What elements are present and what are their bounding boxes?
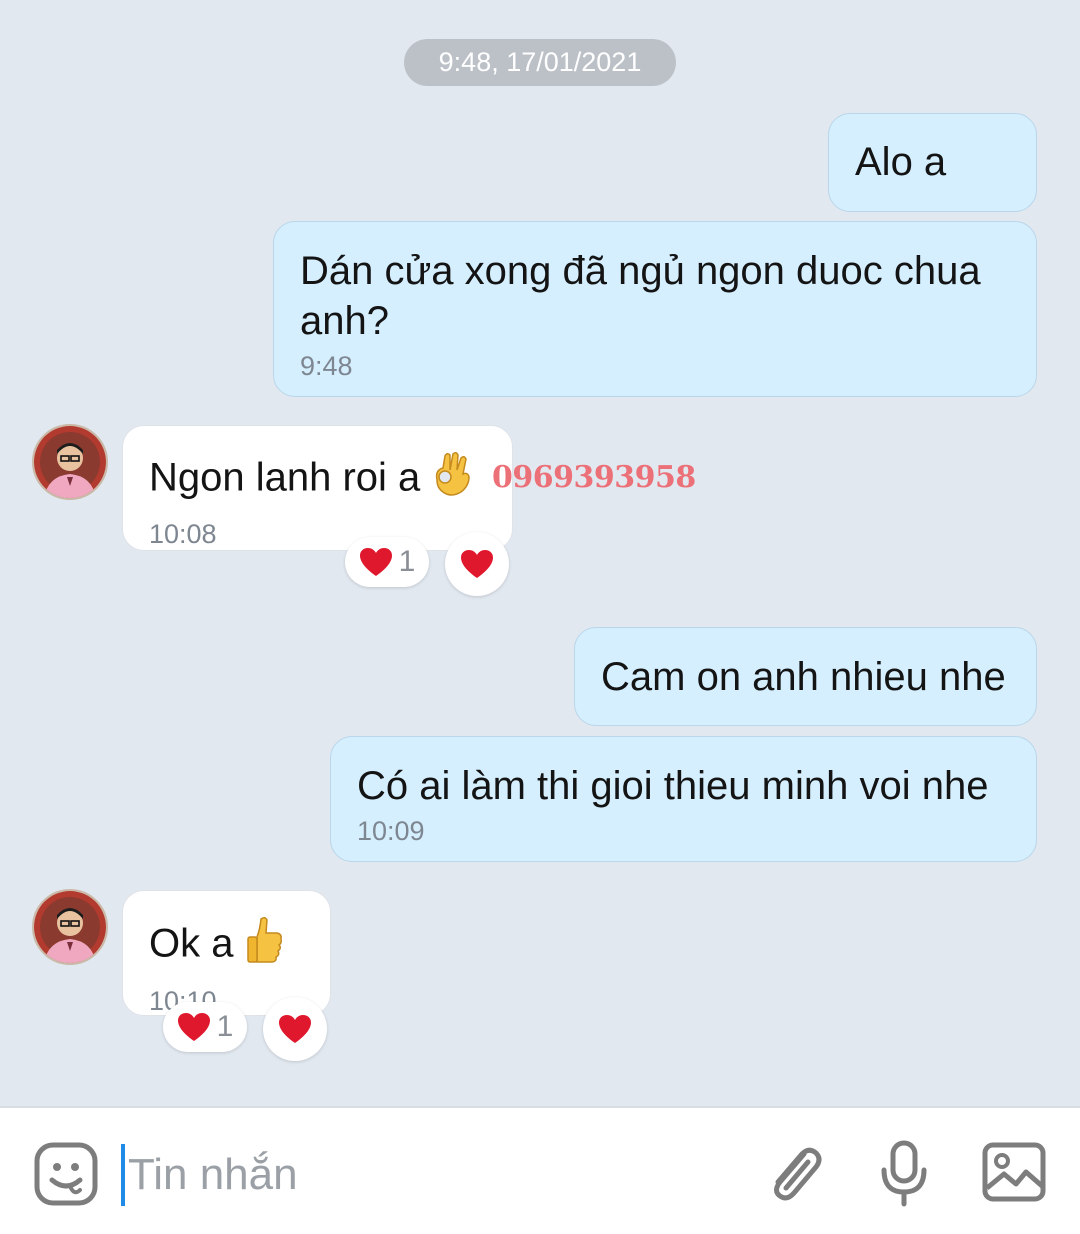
message-time: 10:09 (357, 816, 425, 846)
message-text: Cam on anh nhieu nhe (601, 655, 1006, 699)
reaction-summary[interactable]: 1 (345, 537, 429, 587)
date-separator: 9:48, 17/01/2021 (404, 39, 676, 86)
message-text: Dán cửa xong đã ngủ ngon duoc chua anh? (300, 249, 981, 343)
heart-icon (177, 1013, 210, 1041)
avatar[interactable] (32, 889, 108, 965)
text-caret (121, 1144, 125, 1206)
heart-icon (359, 548, 392, 576)
react-heart-button[interactable] (445, 532, 509, 596)
heart-icon (279, 1015, 311, 1043)
phone-watermark: 0969393958 (492, 460, 696, 495)
message-input[interactable] (126, 1136, 730, 1214)
message-text: Ngon lanh roi a (149, 455, 421, 500)
reaction-summary[interactable]: 1 (163, 1002, 247, 1052)
ok-hand-emoji (431, 450, 473, 510)
message-text: Ok a (149, 921, 234, 966)
message-bubble-outgoing[interactable]: Cam on anh nhieu nhe (574, 627, 1037, 726)
reaction-count: 1 (216, 1010, 234, 1043)
heart-icon (461, 550, 493, 578)
message-time: 10:08 (149, 519, 217, 549)
message-text: Alo a (855, 140, 947, 184)
avatar[interactable] (32, 424, 108, 500)
emoji-sticker-icon[interactable] (34, 1142, 98, 1211)
message-bubble-incoming[interactable]: Ngon lanh roi a 10:08 (122, 425, 513, 551)
message-time: 9:48 (300, 351, 353, 381)
message-bubble-outgoing[interactable]: Alo a (828, 113, 1037, 212)
message-bubble-outgoing[interactable]: Có ai làm thi gioi thieu minh voi nhe 10… (330, 736, 1037, 862)
message-composer (0, 1106, 1080, 1234)
microphone-icon[interactable] (878, 1140, 930, 1213)
message-bubble-outgoing[interactable]: Dán cửa xong đã ngủ ngon duoc chua anh? … (273, 221, 1037, 397)
image-icon[interactable] (982, 1142, 1046, 1207)
message-text: Có ai làm thi gioi thieu minh voi nhe (357, 764, 989, 808)
reaction-count: 1 (398, 545, 416, 578)
chat-area[interactable]: 9:48, 17/01/2021 Alo a Dán cửa xong đã n… (0, 0, 1080, 1106)
thumbs-up-emoji (245, 915, 283, 977)
react-heart-button[interactable] (263, 997, 327, 1061)
paperclip-icon[interactable] (764, 1142, 824, 1211)
